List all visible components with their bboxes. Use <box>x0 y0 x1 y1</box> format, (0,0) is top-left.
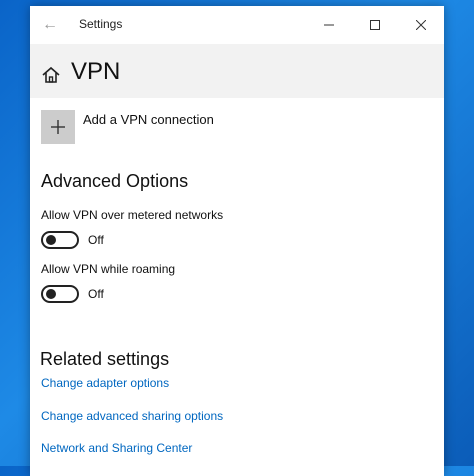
metered-networks-state: Off <box>88 233 104 247</box>
minimize-button[interactable] <box>306 6 352 44</box>
plus-icon <box>51 120 65 134</box>
add-vpn-label[interactable]: Add a VPN connection <box>83 112 214 127</box>
related-settings-heading: Related settings <box>40 349 170 369</box>
change-advanced-sharing-link[interactable]: Change advanced sharing options <box>41 409 223 423</box>
maximize-icon <box>370 20 380 30</box>
close-button[interactable] <box>398 6 444 44</box>
window-title: Settings <box>79 17 123 31</box>
page-title: VPN <box>71 58 121 85</box>
roaming-label: Allow VPN while roaming <box>41 262 176 276</box>
metered-networks-label: Allow VPN over metered networks <box>41 208 224 222</box>
close-icon <box>416 20 426 30</box>
minimize-icon <box>324 24 334 26</box>
toggle-knob <box>46 289 56 299</box>
change-adapter-options-link[interactable]: Change adapter options <box>41 376 169 390</box>
add-vpn-button[interactable] <box>41 110 75 144</box>
roaming-state: Off <box>88 287 104 301</box>
advanced-options-heading: Advanced Options <box>41 171 189 191</box>
settings-window: ← Settings VPN Add a VPN connection Adva… <box>30 6 444 476</box>
roaming-toggle[interactable] <box>41 285 79 303</box>
back-arrow-icon[interactable]: ← <box>40 15 60 35</box>
home-icon[interactable] <box>40 64 62 86</box>
maximize-button[interactable] <box>352 6 398 44</box>
title-bar: ← Settings <box>30 6 444 44</box>
toggle-knob <box>46 235 56 245</box>
network-sharing-center-link[interactable]: Network and Sharing Center <box>41 441 192 455</box>
metered-networks-toggle[interactable] <box>41 231 79 249</box>
